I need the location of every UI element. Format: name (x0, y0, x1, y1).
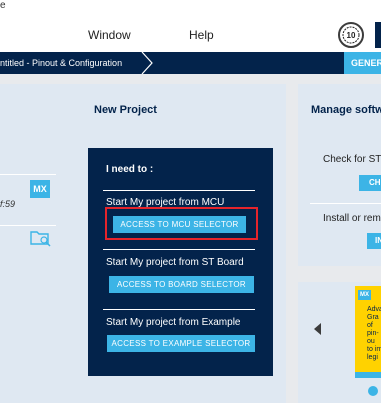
manage-software-title: Manage softwa (311, 104, 381, 116)
highlight-box (105, 207, 258, 240)
install-packages-button[interactable]: IN (367, 233, 381, 249)
menu-help[interactable]: Help (189, 28, 214, 42)
badge-10-icon: 10 (342, 26, 360, 44)
open-folder-icon[interactable] (30, 229, 52, 247)
divider (103, 309, 255, 310)
example-section-label: Start My project from Example (106, 317, 241, 328)
ad-text-line: pin-ou (367, 330, 379, 345)
new-project-box: I need to : Start My project from MCU AC… (88, 148, 273, 376)
ad-mx-badge: MX (358, 290, 371, 300)
access-board-selector-button[interactable]: ACCESS TO BOARD SELECTOR (109, 276, 254, 293)
carousel-dot[interactable] (368, 386, 378, 396)
anniversary-badge-icon[interactable]: 10 (338, 22, 364, 48)
check-updates-button[interactable]: CH (359, 175, 381, 191)
ad-footer-strip (355, 372, 381, 378)
ad-text-line: legi (367, 354, 378, 361)
ad-text-line: to im (367, 346, 381, 353)
ad-text-line: Gra (367, 314, 379, 321)
carousel-ad-image[interactable]: MX Adva Gra of pin-ou to im legi (355, 286, 381, 378)
access-example-selector-button[interactable]: ACCESS TO EXAMPLE SELECTOR (107, 335, 255, 352)
ad-text-line: Adva (367, 306, 381, 313)
i-need-to-heading: I need to : (106, 164, 154, 175)
mx-badge: MX (30, 180, 50, 198)
divider (103, 249, 255, 250)
ad-text-line: of (367, 322, 373, 329)
board-section-label: Start My project from ST Board (106, 257, 244, 268)
recent-date: f:59 (0, 199, 16, 209)
check-updates-label: Check for ST (323, 154, 381, 165)
breadcrumb[interactable]: ntitled - Pinout & Configuration (0, 52, 122, 74)
menu-fragment: e (0, 0, 6, 11)
divider (310, 203, 381, 204)
generate-code-button[interactable]: GENER (344, 52, 381, 74)
ad-text: Adva Gra of pin-ou to im legi (367, 306, 381, 362)
install-packages-label: Install or rem (323, 213, 381, 224)
divider (103, 190, 255, 191)
menu-bar (0, 0, 381, 52)
divider (0, 225, 56, 226)
account-button[interactable] (375, 22, 381, 48)
left-arrow-icon[interactable] (313, 323, 323, 335)
new-project-title: New Project (94, 104, 157, 116)
breadcrumb-chevron-icon (141, 52, 153, 74)
svg-text:10: 10 (347, 31, 356, 40)
divider (0, 174, 56, 175)
menu-window[interactable]: Window (88, 28, 131, 42)
